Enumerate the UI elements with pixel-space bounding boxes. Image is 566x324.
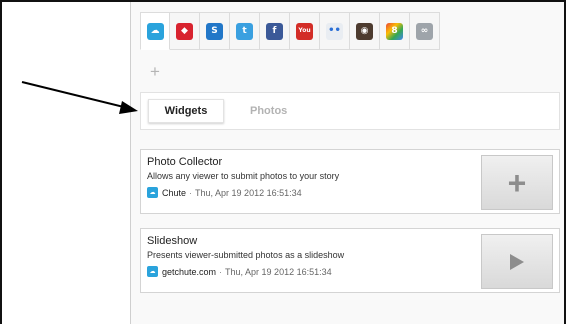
annotation-arrow-icon xyxy=(21,81,138,114)
